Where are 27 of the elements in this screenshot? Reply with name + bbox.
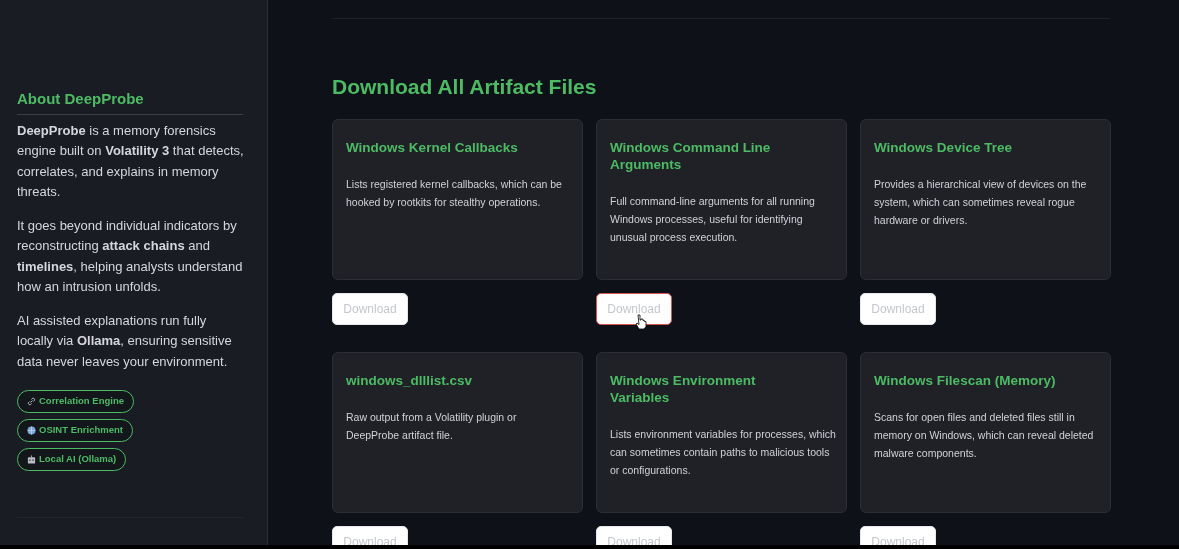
sidebar-paragraph: AI assisted explanations run fully locally via Ollama, ensuring sensitive data never leaves your environment.: [17, 311, 233, 371]
feature-badge: Local AI (Ollama): [17, 448, 127, 471]
feature-badge: OSINT Enrichment: [17, 419, 133, 442]
download-button[interactable]: Download: [860, 293, 936, 325]
page-heading: Download All Artifact Files: [332, 74, 598, 100]
card-title: Windows Command Line Arguments: [610, 139, 772, 173]
download-button[interactable]: Download: [332, 293, 408, 325]
hand-cursor-icon: [635, 314, 647, 329]
card-description: Scans for open files and deleted files still in memory on Windows, which can reveal deleted malware components.: [874, 410, 1095, 461]
card-title: Windows Kernel Callbacks: [346, 139, 519, 156]
card-description: Provides a hierarchical view of devices on the system, which can sometimes reveal rogue hardware or drivers.: [874, 177, 1088, 228]
card-title: Windows Environment Variables: [610, 372, 757, 406]
card-title: windows_dlllist.csv: [346, 372, 474, 389]
sidebar-paragraph: DeepProbe is a memory forensics engine built on Volatility 3 that detects, correlates, and explains in memory threats.: [17, 121, 245, 201]
card-description: Lists environment variables for processes, which can sometimes contain paths to malicious tools or configurations.: [610, 427, 836, 478]
card-title: Windows Filescan (Memory): [874, 372, 1057, 389]
card-description: Lists registered kernel callbacks, which can be hooked by rootkits for stealthy operations.: [346, 177, 563, 210]
card-description: Full command-line arguments for all running Windows processes, useful for identifying unusual process execution.: [610, 194, 816, 245]
robot-icon: [27, 455, 36, 464]
link-icon: [27, 397, 36, 406]
card-description: Raw output from a Volatility plugin or DeepProbe artifact file.: [346, 410, 518, 443]
sidebar-heading: About DeepProbe: [17, 88, 243, 115]
card-title: Windows Device Tree: [874, 139, 1013, 156]
globe-icon: [27, 426, 36, 435]
download-button[interactable]: Download: [596, 293, 672, 325]
feature-badge: Correlation Engine: [17, 390, 134, 413]
sidebar-paragraph: It goes beyond individual indicators by reconstructing attack chains and timelines, helping analysts understand how an intrusion unfolds.: [17, 216, 244, 296]
